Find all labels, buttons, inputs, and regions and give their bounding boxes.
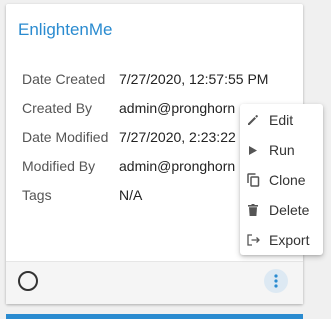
menu-item-delete[interactable]: Delete [240,195,323,225]
date-modified-value: 7/27/2020, 2:23:22 [119,129,236,145]
card-actions-menu: Edit Run Clone Delete Export [240,104,323,255]
next-card-edge [6,314,303,319]
date-created-value: 7/27/2020, 12:57:55 PM [119,71,269,87]
menu-item-run[interactable]: Run [240,135,323,165]
card-footer [6,261,303,304]
select-checkbox[interactable] [18,271,38,291]
date-created-label: Date Created [22,71,106,87]
menu-item-label: Edit [269,112,294,128]
clone-icon [246,173,260,187]
card-title[interactable]: EnlightenMe [18,20,113,40]
created-by-value: admin@pronghorn [119,100,236,116]
date-modified-label: Date Modified [22,129,109,145]
pencil-icon [246,113,260,127]
menu-item-label: Delete [269,202,310,218]
modified-by-label: Modified By [22,158,96,174]
menu-item-export[interactable]: Export [240,225,323,255]
play-icon [246,143,260,157]
modified-by-value: admin@pronghorn [119,158,236,174]
more-options-button[interactable] [264,269,288,293]
trash-icon [246,203,260,217]
menu-item-label: Clone [269,172,306,188]
menu-item-clone[interactable]: Clone [240,165,323,195]
export-icon [246,233,260,247]
created-by-label: Created By [22,100,93,116]
tags-label: Tags [22,187,52,203]
menu-item-label: Run [269,142,295,158]
menu-item-edit[interactable]: Edit [240,105,323,135]
tags-value: N/A [119,187,143,203]
menu-item-label: Export [269,232,310,248]
more-vertical-icon [274,274,278,288]
